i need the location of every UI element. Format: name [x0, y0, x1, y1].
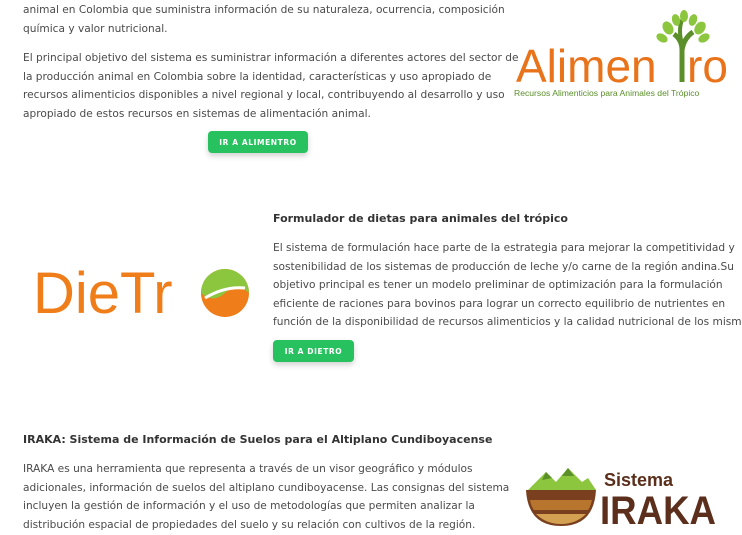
iraka-title: IRAKA: Sistema de Información de Suelos …: [23, 433, 493, 446]
dietro-logo-text: DieTr: [33, 261, 173, 326]
text-line: función de la disponibilidad de recursos…: [273, 316, 742, 328]
text-line: El principal objetivo del sistema es sum…: [23, 52, 519, 64]
alimentro-logo-text: Alimen: [516, 40, 657, 92]
text-line: química y valor nutricional.: [23, 22, 168, 35]
dietro-logo: DieTr: [33, 258, 253, 328]
text-line: incluyen la gestión de información y el …: [23, 500, 475, 512]
text-line: animal en Colombia que suministra inform…: [23, 4, 505, 16]
text-line: la producción animal en Colombia sobre l…: [23, 70, 492, 83]
dietro-description: El sistema de formulación hace parte de …: [273, 239, 742, 332]
svg-text:ro: ro: [687, 40, 728, 92]
text-line: recursos alimenticios disponibles a nive…: [23, 89, 505, 101]
alimentro-description: El principal objetivo del sistema es sum…: [23, 49, 519, 123]
alimentro-description-top: animal en Colombia que suministra inform…: [23, 1, 505, 38]
dietro-title: Formulador de dietas para animales del t…: [273, 212, 568, 225]
text-line: distribución espacial de propiedades del…: [23, 518, 476, 531]
alimentro-logo-graphic: Alimen ro Recursos Alimenticios para Ani…: [514, 10, 728, 98]
text-line: adicionales, información de suelos del a…: [23, 481, 510, 494]
text-line: eficiente de raciones para bovinos para …: [273, 297, 726, 310]
alimentro-logo: Alimen ro Recursos Alimenticios para Ani…: [510, 10, 735, 105]
iraka-logo-line1: Sistema: [604, 470, 674, 490]
dietro-logo-graphic: DieTr: [33, 261, 249, 326]
text-line: sostenibilidad de los sistemas de produc…: [273, 260, 734, 273]
iraka-logo: Sistema IRAKA: [524, 468, 724, 533]
ir-a-dietro-button[interactable]: IR A DIETRO: [273, 340, 354, 362]
text-line: IRAKA es una herramienta que representa …: [23, 463, 473, 475]
text-line: apropiado de estos recursos en sistemas …: [23, 107, 371, 120]
iraka-description: IRAKA es una herramienta que representa …: [23, 460, 510, 534]
alimentro-logo-subtitle: Recursos Alimenticios para Animales del …: [514, 88, 700, 98]
iraka-logo-graphic: Sistema IRAKA: [526, 468, 716, 533]
ir-a-alimentro-button[interactable]: IR A ALIMENTRO: [208, 131, 308, 153]
text-line: objetivo principal es tener un modelo pr…: [273, 279, 723, 291]
iraka-logo-line2: IRAKA: [600, 489, 716, 530]
text-line: El sistema de formulación hace parte de …: [273, 242, 735, 254]
